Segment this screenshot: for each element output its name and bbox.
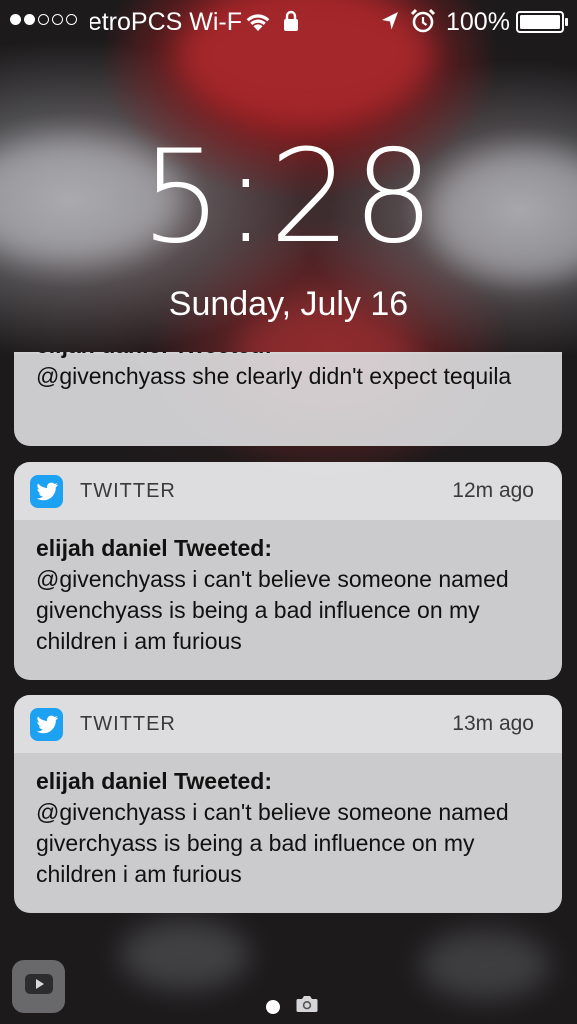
page-dot-active [266,999,280,1014]
wifi-icon [244,10,272,39]
twitter-bird-icon [30,708,63,741]
signal-strength-indicator [10,14,77,25]
notification-app-name: TWITTER [80,480,176,502]
carrier-name: etroPCS Wi-F [90,8,242,36]
notification-app-name: TWITTER [80,713,176,735]
status-bar: etroPCS Wi-F 100% [0,0,577,42]
notification-card[interactable]: TWITTER 13m ago elijah daniel Tweeted: @… [14,695,562,913]
battery-percentage: 100% [446,8,510,36]
twitter-bird-icon [30,475,63,508]
notification-time: 13m ago [452,712,534,735]
notification-message: @givenchyass i can't believe someone nam… [36,566,509,654]
notification-title: elijah daniel Tweeted: [36,352,540,361]
notification-card-partial[interactable]: elijah daniel Tweeted: @givenchyass she … [14,352,562,446]
notification-body: elijah daniel Tweeted: @givenchyass she … [14,352,562,410]
signal-dot [38,14,49,25]
location-arrow-icon [380,10,400,39]
signal-dot [24,14,35,25]
signal-dot [10,14,21,25]
notification-list[interactable]: elijah daniel Tweeted: @givenchyass she … [0,352,577,952]
notification-card[interactable]: TWITTER 12m ago elijah daniel Tweeted: @… [14,462,562,680]
notification-message: @givenchyass she clearly didn't expect t… [36,363,512,389]
notification-time: 12m ago [452,479,534,502]
notification-title: elijah daniel Tweeted: [36,768,273,794]
camera-icon[interactable] [296,995,318,1018]
notification-body: elijah daniel Tweeted: @givenchyass i ca… [14,520,562,675]
alarm-clock-icon [410,8,436,41]
battery-icon [516,11,570,40]
notification-body: elijah daniel Tweeted: @givenchyass i ca… [14,753,562,908]
notification-title: elijah daniel Tweeted: [36,535,273,561]
notification-message: @givenchyass i can't believe someone nam… [36,799,509,887]
lock-screen-date: Sunday, July 16 [168,285,409,323]
signal-dot [52,14,63,25]
lock-screen-time: 5:28 [140,123,437,272]
lock-icon [283,10,299,39]
signal-dot [66,14,77,25]
page-indicator[interactable] [266,995,318,1018]
youtube-media-button[interactable] [12,960,65,1013]
notification-header: TWITTER 13m ago [14,695,562,753]
youtube-play-icon [24,973,54,1000]
notification-header: TWITTER 12m ago [14,462,562,520]
